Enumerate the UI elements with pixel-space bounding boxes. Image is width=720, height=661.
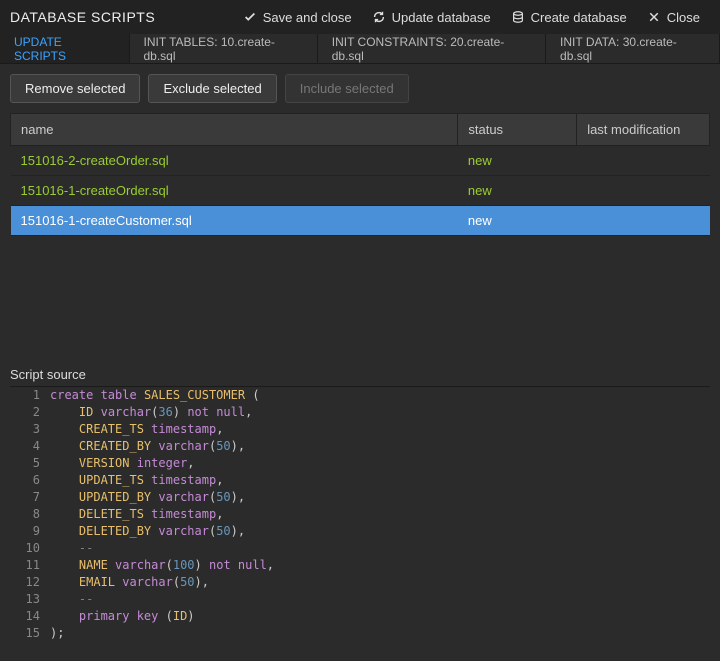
toolbar: Remove selected Exclude selected Include… (0, 64, 720, 113)
scripts-table-wrap: name status last modification 151016-2-c… (10, 113, 710, 361)
line-number: 7 (10, 489, 50, 506)
col-last-mod[interactable]: last modification (577, 114, 710, 146)
line-number: 13 (10, 591, 50, 608)
code-content: CREATE_TS timestamp, (50, 421, 710, 438)
window-title: DATABASE SCRIPTS (10, 9, 155, 25)
line-number: 5 (10, 455, 50, 472)
database-icon (511, 10, 525, 24)
tab-1[interactable]: INIT TABLES: 10.create-db.sql (130, 34, 318, 63)
code-line: 14 primary key (ID) (10, 608, 710, 625)
code-line: 1create table SALES_CUSTOMER ( (10, 387, 710, 404)
code-content: EMAIL varchar(50), (50, 574, 710, 591)
tab-2[interactable]: INIT CONSTRAINTS: 20.create-db.sql (318, 34, 546, 63)
close-label: Close (667, 10, 700, 25)
tab-0[interactable]: UPDATE SCRIPTS (0, 34, 130, 63)
code-line: 4 CREATED_BY varchar(50), (10, 438, 710, 455)
line-number: 10 (10, 540, 50, 557)
line-number: 8 (10, 506, 50, 523)
create-database-button[interactable]: Create database (501, 0, 637, 34)
code-line: 3 CREATE_TS timestamp, (10, 421, 710, 438)
cell-last_mod (577, 176, 710, 206)
line-number: 9 (10, 523, 50, 540)
line-number: 14 (10, 608, 50, 625)
tabs: UPDATE SCRIPTSINIT TABLES: 10.create-db.… (0, 34, 720, 64)
code-line: 8 DELETE_TS timestamp, (10, 506, 710, 523)
code-content: primary key (ID) (50, 608, 710, 625)
line-number: 4 (10, 438, 50, 455)
code-content: VERSION integer, (50, 455, 710, 472)
window: DATABASE SCRIPTS Save and close Update d… (0, 0, 720, 661)
refresh-icon (372, 10, 386, 24)
line-number: 6 (10, 472, 50, 489)
col-status[interactable]: status (458, 114, 577, 146)
cell-status: new (458, 206, 577, 236)
code-line: 13 -- (10, 591, 710, 608)
line-number: 3 (10, 421, 50, 438)
code-line: 11 NAME varchar(100) not null, (10, 557, 710, 574)
cell-status: new (458, 146, 577, 176)
code-editor[interactable]: 1create table SALES_CUSTOMER (2 ID varch… (10, 386, 710, 651)
cell-name: 151016-1-createOrder.sql (11, 176, 458, 206)
check-icon (243, 10, 257, 24)
table-row[interactable]: 151016-2-createOrder.sqlnew (11, 146, 710, 176)
cell-status: new (458, 176, 577, 206)
code-content: -- (50, 591, 710, 608)
code-line: 7 UPDATED_BY varchar(50), (10, 489, 710, 506)
table-header-row: name status last modification (11, 114, 710, 146)
code-line: 10 -- (10, 540, 710, 557)
titlebar: DATABASE SCRIPTS Save and close Update d… (0, 0, 720, 34)
save-and-close-label: Save and close (263, 10, 352, 25)
code-content: UPDATED_BY varchar(50), (50, 489, 710, 506)
code-line: 5 VERSION integer, (10, 455, 710, 472)
update-database-label: Update database (392, 10, 491, 25)
code-line: 9 DELETED_BY varchar(50), (10, 523, 710, 540)
cell-name: 151016-1-createCustomer.sql (11, 206, 458, 236)
close-button[interactable]: Close (637, 0, 710, 34)
cell-name: 151016-2-createOrder.sql (11, 146, 458, 176)
line-number: 15 (10, 625, 50, 642)
code-line: 2 ID varchar(36) not null, (10, 404, 710, 421)
script-source-label: Script source (0, 361, 720, 386)
col-name[interactable]: name (11, 114, 458, 146)
line-number: 2 (10, 404, 50, 421)
code-content: ); (50, 625, 710, 642)
cell-last_mod (577, 146, 710, 176)
include-selected-button[interactable]: Include selected (285, 74, 409, 103)
code-content: -- (50, 540, 710, 557)
remove-selected-button[interactable]: Remove selected (10, 74, 140, 103)
table-row[interactable]: 151016-1-createOrder.sqlnew (11, 176, 710, 206)
line-number: 12 (10, 574, 50, 591)
code-content: UPDATE_TS timestamp, (50, 472, 710, 489)
line-number: 11 (10, 557, 50, 574)
tab-3[interactable]: INIT DATA: 30.create-db.sql (546, 34, 720, 63)
update-database-button[interactable]: Update database (362, 0, 501, 34)
code-line: 6 UPDATE_TS timestamp, (10, 472, 710, 489)
code-content: ID varchar(36) not null, (50, 404, 710, 421)
close-icon (647, 10, 661, 24)
exclude-selected-button[interactable]: Exclude selected (148, 74, 276, 103)
line-number: 1 (10, 387, 50, 404)
code-content: CREATED_BY varchar(50), (50, 438, 710, 455)
code-content: NAME varchar(100) not null, (50, 557, 710, 574)
create-database-label: Create database (531, 10, 627, 25)
save-and-close-button[interactable]: Save and close (233, 0, 362, 34)
table-row[interactable]: 151016-1-createCustomer.sqlnew (11, 206, 710, 236)
code-content: DELETED_BY varchar(50), (50, 523, 710, 540)
code-content: create table SALES_CUSTOMER ( (50, 387, 710, 404)
code-line: 12 EMAIL varchar(50), (10, 574, 710, 591)
cell-last_mod (577, 206, 710, 236)
scripts-table: name status last modification 151016-2-c… (10, 113, 710, 236)
code-line: 15); (10, 625, 710, 642)
code-content: DELETE_TS timestamp, (50, 506, 710, 523)
